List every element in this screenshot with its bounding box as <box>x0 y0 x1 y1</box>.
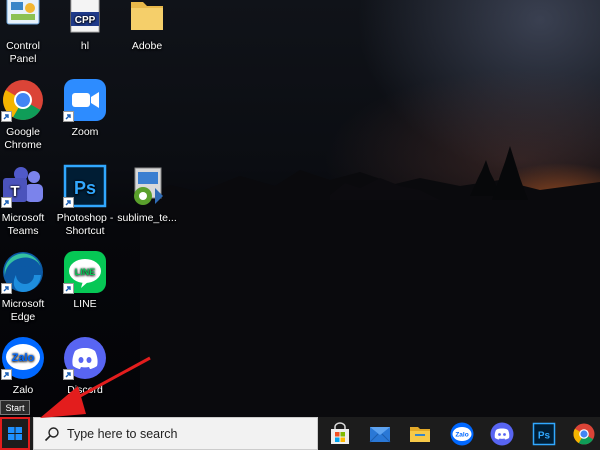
desktop-icon-label: Control Panel <box>6 40 40 65</box>
desktop-icon-microsoft-teams[interactable]: T Microsoft Teams <box>0 164 54 237</box>
shortcut-arrow-icon <box>63 111 74 122</box>
shortcut-arrow-icon <box>1 283 12 294</box>
chrome-icon <box>573 423 595 445</box>
search-icon <box>44 427 59 442</box>
edge-icon <box>1 250 45 294</box>
photoshop-icon: Ps <box>63 164 107 208</box>
desktop: Control Panel CPP hl Adobe Google Chrome… <box>0 0 600 417</box>
line-icon: LINE <box>63 250 107 294</box>
teams-icon: T <box>1 164 45 208</box>
zoom-icon <box>63 78 107 122</box>
desktop-icon-label: sublime_te... <box>117 212 177 224</box>
search-box[interactable]: Type here to search <box>33 417 318 450</box>
desktop-icon-label: Google Chrome <box>4 126 42 151</box>
desktop-icon-line[interactable]: LINE LINE <box>54 250 116 311</box>
desktop-icon-label: Zoom <box>71 126 99 138</box>
desktop-icon-label: Photoshop - Shortcut <box>56 212 114 237</box>
discord-icon <box>63 336 107 380</box>
shortcut-arrow-icon <box>1 111 12 122</box>
shortcut-arrow-icon <box>63 369 74 380</box>
shortcut-arrow-icon <box>63 197 74 208</box>
svg-text:CPP: CPP <box>75 15 96 26</box>
desktop-icon-label: Microsoft Teams <box>1 212 45 237</box>
taskbar-microsoft-store[interactable] <box>328 422 352 446</box>
desktop-icon-zoom[interactable]: Zoom <box>54 78 116 139</box>
desktop-icon-sublime-text[interactable]: sublime_te... <box>116 164 178 225</box>
desktop-icon-photoshop-shortcut[interactable]: Ps Photoshop - Shortcut <box>54 164 116 237</box>
desktop-icon-label: Zalo <box>12 384 34 396</box>
shortcut-arrow-icon <box>63 283 74 294</box>
taskbar-photoshop[interactable]: Ps <box>532 422 556 446</box>
desktop-icon-label: LINE <box>73 298 97 310</box>
taskbar-discord[interactable] <box>490 422 514 446</box>
start-button[interactable] <box>0 417 30 450</box>
desktop-icon-google-chrome[interactable]: Google Chrome <box>0 78 54 151</box>
svg-text:Zalo: Zalo <box>12 352 35 364</box>
chrome-icon <box>1 78 45 122</box>
desktop-icon-label: hl <box>80 40 90 52</box>
start-tooltip: Start <box>0 400 30 415</box>
desktop-icon-microsoft-edge[interactable]: Microsoft Edge <box>0 250 54 323</box>
control-panel-icon <box>1 0 45 36</box>
zalo-icon: Zalo <box>450 422 474 446</box>
taskbar-mail[interactable] <box>368 422 392 446</box>
desktop-icon-label: Discord <box>67 384 103 396</box>
desktop-icon-hl[interactable]: CPP hl <box>54 0 116 53</box>
taskbar-file-explorer[interactable] <box>408 422 432 446</box>
zalo-icon: Zalo <box>1 336 45 380</box>
installer-icon <box>125 164 169 208</box>
taskbar-google-chrome[interactable] <box>573 422 595 446</box>
mail-icon <box>369 427 391 443</box>
desktop-icon-discord[interactable]: Discord <box>54 336 116 397</box>
taskbar: Type here to search Zalo Ps <box>0 417 600 450</box>
taskbar-zalo[interactable]: Zalo <box>450 422 474 446</box>
desktop-icon-label: Adobe <box>131 40 163 52</box>
photoshop-icon: Ps <box>532 422 556 446</box>
windows-logo-icon <box>8 427 22 440</box>
cpp-file-icon: CPP <box>63 0 107 36</box>
svg-text:Ps: Ps <box>74 178 96 198</box>
folder-icon <box>410 427 430 442</box>
svg-text:Zalo: Zalo <box>455 432 468 439</box>
discord-icon <box>490 422 514 446</box>
shortcut-arrow-icon <box>1 197 12 208</box>
desktop-icon-control-panel[interactable]: Control Panel <box>0 0 54 65</box>
svg-text:LINE: LINE <box>75 267 96 277</box>
svg-text:Ps: Ps <box>538 431 551 442</box>
desktop-icon-zalo[interactable]: Zalo Zalo <box>0 336 54 397</box>
folder-icon <box>125 0 169 36</box>
search-placeholder: Type here to search <box>67 427 178 441</box>
desktop-icon-adobe[interactable]: Adobe <box>116 0 178 53</box>
desktop-icon-label: Microsoft Edge <box>1 298 45 323</box>
store-icon <box>331 422 349 444</box>
shortcut-arrow-icon <box>1 369 12 380</box>
